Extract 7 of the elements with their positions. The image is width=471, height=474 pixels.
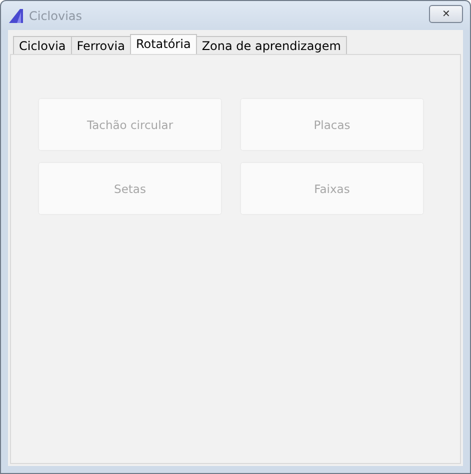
tab[interactable]: Ciclovia [13, 36, 72, 54]
tab[interactable]: Zona de aprendizagem [196, 36, 347, 54]
tab[interactable]: Rotatória [130, 34, 197, 54]
window-title: Ciclovias [29, 8, 84, 22]
app-logo-icon [8, 8, 24, 24]
tab[interactable]: Ferrovia [70, 36, 131, 54]
close-button[interactable]: ✕ [429, 4, 463, 22]
